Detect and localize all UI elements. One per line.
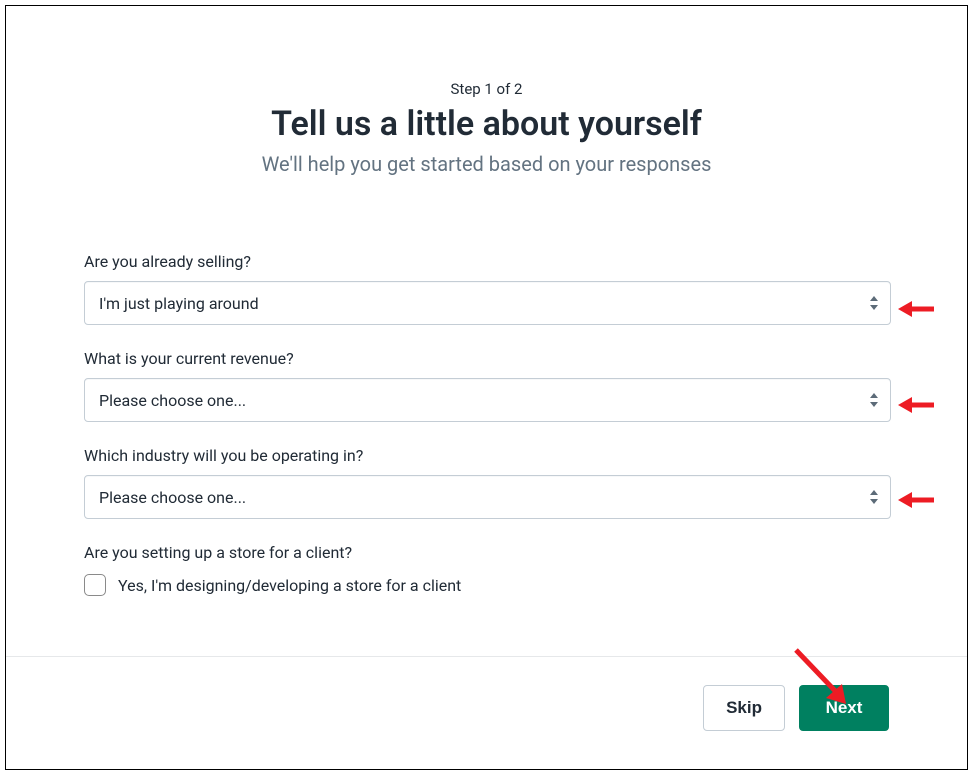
select-value: Please choose one... [99, 391, 246, 410]
select-industry[interactable]: Please choose one... [84, 475, 891, 519]
select-value: Please choose one... [99, 488, 246, 507]
label-industry: Which industry will you be operating in? [84, 446, 889, 465]
question-client-store: Are you setting up a store for a client?… [84, 543, 889, 596]
checkbox-label-client-store: Yes, I'm designing/developing a store fo… [118, 576, 461, 595]
footer: Skip Next [6, 656, 967, 769]
skip-button[interactable]: Skip [703, 685, 785, 731]
question-current-revenue: What is your current revenue? Please cho… [84, 349, 889, 422]
form-area: Are you already selling? I'm just playin… [6, 176, 967, 596]
label-already-selling: Are you already selling? [84, 252, 889, 271]
page-subtitle: We'll help you get started based on your… [6, 152, 967, 176]
select-already-selling[interactable]: I'm just playing around [84, 281, 891, 325]
label-client-store: Are you setting up a store for a client? [84, 543, 889, 562]
header: Step 1 of 2 Tell us a little about yours… [6, 6, 967, 176]
next-button[interactable]: Next [799, 685, 889, 731]
step-indicator: Step 1 of 2 [6, 80, 967, 98]
checkbox-client-store[interactable] [84, 574, 106, 596]
select-value: I'm just playing around [99, 294, 259, 313]
label-current-revenue: What is your current revenue? [84, 349, 889, 368]
select-current-revenue[interactable]: Please choose one... [84, 378, 891, 422]
onboarding-modal: Step 1 of 2 Tell us a little about yours… [5, 5, 968, 770]
page-title: Tell us a little about yourself [6, 104, 967, 144]
question-already-selling: Are you already selling? I'm just playin… [84, 252, 889, 325]
question-industry: Which industry will you be operating in?… [84, 446, 889, 519]
